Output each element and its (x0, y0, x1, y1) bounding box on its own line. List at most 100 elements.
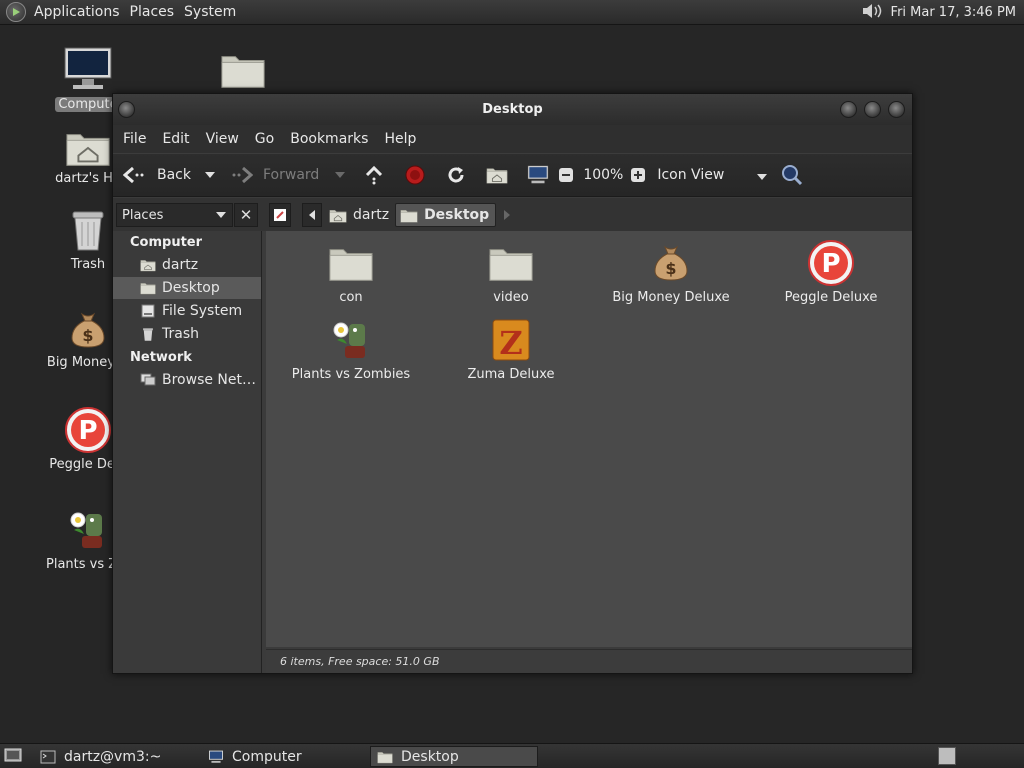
task-label: Computer (232, 748, 302, 765)
forward-label: Forward (263, 167, 320, 183)
up-arrow-icon[interactable] (363, 164, 385, 186)
menu-go[interactable]: Go (247, 131, 282, 147)
file-name: Zuma Deluxe (467, 367, 555, 382)
toggle-location-entry-button[interactable] (269, 203, 291, 227)
back-button[interactable]: Back (123, 164, 191, 186)
file-item[interactable]: Zuma Deluxe (431, 316, 591, 382)
status-text: 6 items, Free space: 51.0 GB (280, 655, 440, 668)
breadcrumb: dartz Desktop (269, 203, 511, 227)
edit-pencil-icon (274, 209, 286, 221)
clock[interactable]: Fri Mar 17, 3:46 PM (891, 5, 1016, 20)
breadcrumb-scroll-left[interactable] (302, 203, 322, 227)
file-item[interactable]: con (271, 239, 431, 305)
plants-vs-zombies-icon (271, 316, 431, 364)
task-terminal[interactable]: dartz@vm3:~ (34, 746, 199, 767)
show-desktop-icon[interactable] (4, 748, 22, 768)
zoom-in-icon[interactable] (627, 164, 649, 186)
window-title: Desktop (482, 102, 543, 117)
file-name: Plants vs Zombies (291, 367, 411, 382)
system-menu[interactable]: System (182, 4, 244, 20)
menu-help[interactable]: Help (376, 131, 424, 147)
back-label: Back (157, 167, 191, 183)
status-bar: 6 items, Free space: 51.0 GB (266, 649, 912, 673)
folder-icon (377, 750, 393, 764)
file-name: con (339, 290, 363, 305)
zoom-out-icon[interactable] (555, 164, 577, 186)
chevron-down-icon (757, 174, 768, 180)
computer-icon (43, 46, 133, 94)
toolbar: Back Forward 100% Icon View (113, 153, 912, 197)
file-name: Big Money Deluxe (612, 290, 730, 305)
sidebar: Computer dartz Desktop File System Trash… (113, 231, 262, 673)
breadcrumb-desktop[interactable]: Desktop (395, 203, 497, 227)
reload-icon[interactable] (445, 164, 467, 186)
applications-menu[interactable]: Applications (32, 4, 128, 20)
window-titlebar[interactable]: Desktop (113, 94, 912, 125)
file-item[interactable]: Plants vs Zombies (271, 316, 431, 382)
view-mode-value: Icon View (657, 167, 725, 183)
breadcrumb-dartz[interactable]: dartz (325, 203, 395, 227)
folder-icon (271, 239, 431, 287)
breadcrumb-label: dartz (353, 207, 390, 223)
task-computer[interactable]: Computer (202, 746, 367, 767)
sidebar-heading-computer: Computer (130, 235, 203, 250)
close-button[interactable] (888, 101, 905, 118)
sidebar-item-dartz[interactable]: dartz (113, 254, 261, 276)
desktop-folder-icon (400, 208, 418, 223)
network-icon (140, 372, 156, 388)
folder-icon (198, 50, 288, 90)
zuma-icon (431, 316, 591, 364)
home-icon[interactable] (486, 164, 508, 186)
computer-icon (208, 750, 224, 764)
task-label: Desktop (401, 748, 459, 765)
file-view[interactable]: con video Big Money Deluxe Peggle Deluxe… (266, 231, 912, 647)
forward-button[interactable]: Forward (231, 164, 319, 186)
close-sidebar-button[interactable]: ✕ (234, 203, 258, 227)
sidebar-item-label: dartz (162, 257, 199, 273)
view-mode-select[interactable]: Icon View (657, 167, 768, 183)
file-item[interactable]: Peggle Deluxe (751, 239, 911, 305)
sidebar-item-desktop[interactable]: Desktop (113, 277, 261, 299)
file-name: Peggle Deluxe (784, 290, 878, 305)
terminal-icon (40, 750, 56, 764)
minimize-button[interactable] (840, 101, 857, 118)
menu-file[interactable]: File (115, 131, 154, 147)
menu-edit[interactable]: Edit (154, 131, 197, 147)
desktop-icon-folder[interactable] (198, 50, 288, 90)
search-icon[interactable] (781, 164, 803, 186)
sidebar-item-label: Desktop (162, 280, 220, 296)
sidebar-item-label: Trash (162, 326, 199, 342)
desktop-icon-label: Compute (55, 97, 121, 112)
task-label: dartz@vm3:~ (64, 748, 162, 765)
back-history-dropdown[interactable] (205, 172, 215, 178)
sidebar-item-trash[interactable]: Trash (113, 323, 261, 345)
sidebar-item-file-system[interactable]: File System (113, 300, 261, 322)
forward-arrow-icon (231, 164, 253, 186)
computer-icon[interactable] (527, 164, 549, 186)
drive-icon (140, 303, 156, 319)
side-pane-selector[interactable]: Places (116, 203, 233, 227)
places-menu[interactable]: Places (128, 4, 183, 20)
sidebar-heading-network: Network (130, 350, 192, 365)
workspace-switcher[interactable] (938, 747, 956, 765)
folder-icon (431, 239, 591, 287)
stop-icon[interactable] (404, 164, 426, 186)
sidebar-item-browse-network[interactable]: Browse Net… (113, 369, 261, 391)
chevron-left-icon (309, 210, 315, 220)
maximize-button[interactable] (864, 101, 881, 118)
task-desktop[interactable]: Desktop (370, 746, 538, 767)
menu-view[interactable]: View (198, 131, 247, 147)
sidebar-item-label: Browse Net… (162, 372, 257, 388)
volume-icon[interactable] (861, 2, 883, 24)
menu-bookmarks[interactable]: Bookmarks (282, 131, 376, 147)
zoom-level: 100% (583, 167, 624, 183)
file-item[interactable]: Big Money Deluxe (591, 239, 751, 305)
desktop-icon-label: Trash (70, 257, 106, 272)
forward-history-dropdown[interactable] (335, 172, 346, 178)
file-manager-window: Desktop File Edit View Go Bookmarks Help… (112, 93, 913, 674)
file-item[interactable]: video (431, 239, 591, 305)
window-menu-button[interactable] (118, 101, 135, 118)
distro-logo-icon[interactable] (6, 2, 26, 22)
chevron-right-icon[interactable] (504, 210, 511, 220)
desktop-folder-icon (140, 280, 156, 296)
